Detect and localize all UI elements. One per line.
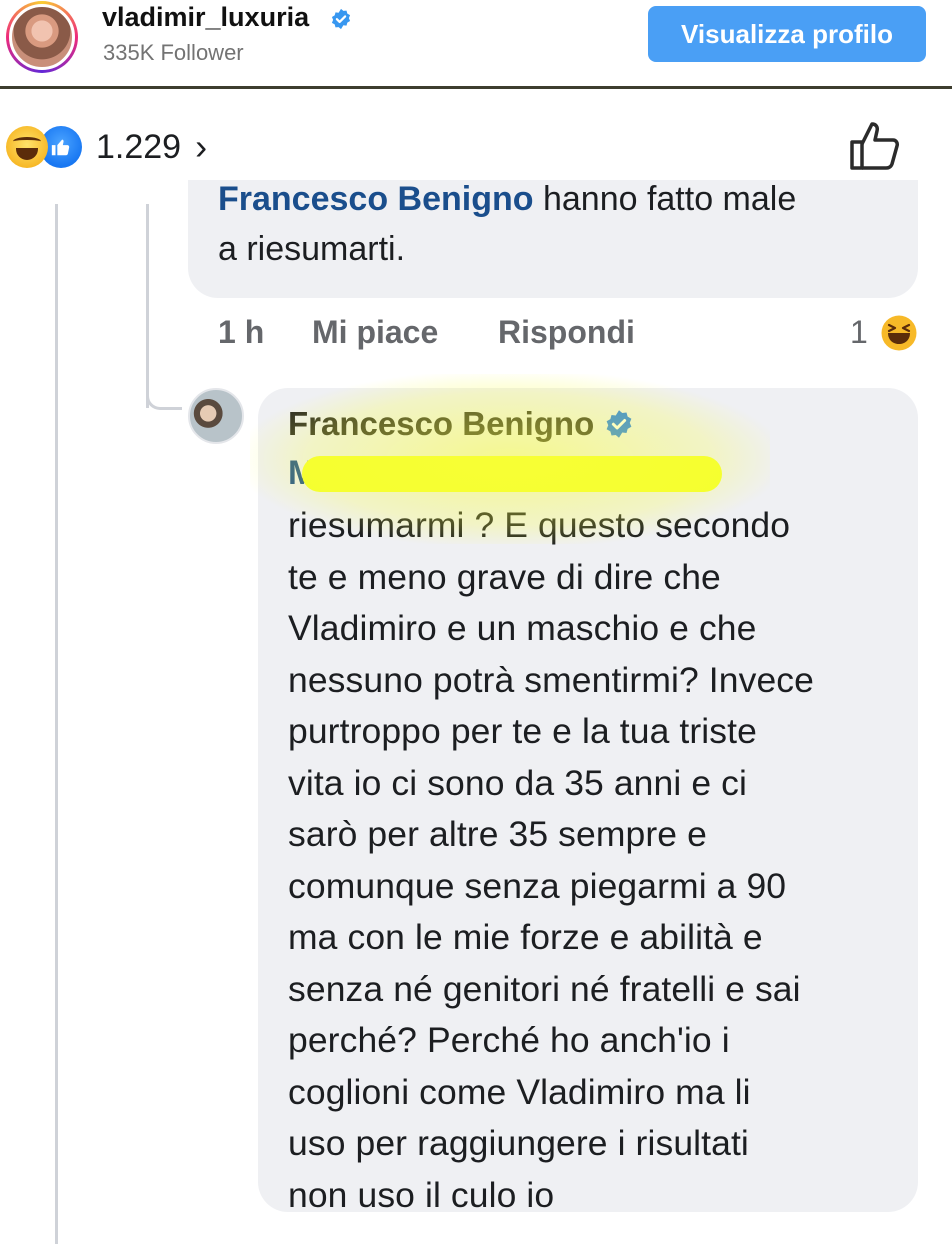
like-link[interactable]: Mi piace: [312, 314, 438, 351]
verified-badge-icon: [331, 8, 351, 30]
comment-reaction-count[interactable]: 1: [850, 314, 868, 351]
view-profile-button[interactable]: Visualizza profilo: [648, 6, 926, 62]
redaction-highlight: [302, 456, 722, 492]
avatar-image: [9, 4, 75, 70]
instagram-embed-header: vladimir_luxuria 335K Follower Visualizz…: [0, 0, 952, 89]
reaction-count: 1.229: [96, 127, 182, 166]
mention-link[interactable]: Francesco Benigno: [218, 180, 534, 218]
comment-actions: 1 h Mi piace Rispondi 1: [218, 314, 928, 364]
previous-comment-text: hanno fatto male: [533, 180, 797, 218]
profile-avatar[interactable]: [6, 1, 78, 73]
reply-comment-text: riesumarmi ? E questo secondo te e meno …: [288, 505, 814, 1215]
reply-connector: [146, 362, 182, 410]
reaction-summary[interactable]: 1.229 ›: [6, 122, 207, 172]
reply-mention-line: M: [288, 446, 898, 500]
previous-comment-line2: a riesumarti.: [218, 230, 406, 268]
username[interactable]: vladimir_luxuria: [102, 2, 309, 33]
comment-timestamp[interactable]: 1 h: [218, 314, 264, 351]
reply-comment-bubble: Francesco Benigno M riesumarmi ? E quest…: [258, 388, 918, 1215]
haha-reaction-icon[interactable]: [880, 314, 918, 352]
comment-screenshot: 1.229 › Francesco Benigno hanno fatto ma…: [0, 92, 952, 1244]
reply-link[interactable]: Rispondi: [498, 314, 635, 351]
follower-count: 335K Follower: [103, 40, 244, 65]
verified-badge-icon: [606, 410, 632, 438]
previous-comment-line1: Francesco Benigno hanno fatto male: [218, 180, 918, 224]
previous-comment-bubble: Francesco Benigno hanno fatto male a rie…: [188, 180, 918, 298]
like-thumb-icon[interactable]: [848, 118, 904, 172]
reply-author-row: Francesco Benigno: [288, 402, 634, 446]
thread-line: [55, 204, 58, 1244]
reply-author-name[interactable]: Francesco Benigno: [288, 402, 594, 446]
header-divider: [0, 86, 952, 89]
reply-author-avatar[interactable]: [188, 388, 244, 444]
chevron-right-icon[interactable]: ›: [195, 129, 207, 165]
haha-emoji-icon: [6, 126, 48, 168]
